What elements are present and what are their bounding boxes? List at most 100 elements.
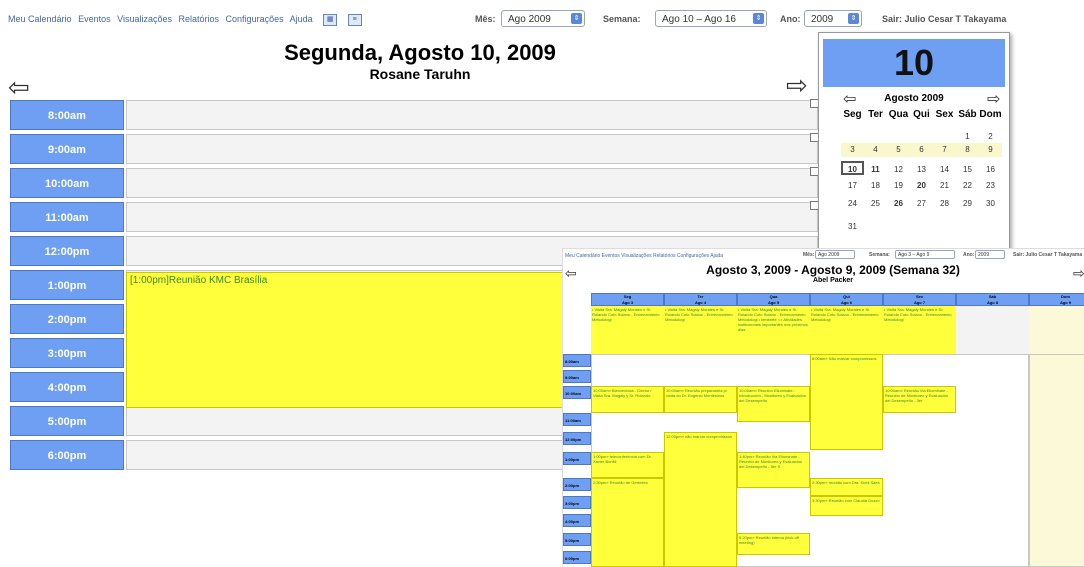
all-day-cell[interactable] xyxy=(956,306,1029,354)
time-label: 2:00pm xyxy=(10,304,124,334)
week-event[interactable]: 12:00pm» não marcar compromissos xyxy=(664,432,737,567)
week-event[interactable]: 10:00am» Reunião preparatória p/ visita … xyxy=(664,386,737,413)
day-name: Seg xyxy=(623,294,632,299)
calendar-day[interactable]: 22 xyxy=(956,179,979,193)
calendar-day[interactable]: 30 xyxy=(979,197,1002,211)
time-label: 5:00pm xyxy=(10,406,124,436)
calendar-day[interactable] xyxy=(910,125,933,139)
all-day-event[interactable]: • Visita Sra. Magaly Morales e Sr. Rolan… xyxy=(591,306,664,354)
calendar-day[interactable]: 27 xyxy=(910,197,933,211)
next-day-arrow-icon[interactable]: ⇨ xyxy=(786,72,808,98)
chevron-down-icon: ⇕ xyxy=(848,13,859,24)
all-day-event[interactable]: • Visita Sra. Magaly Morales e Sr. Rolan… xyxy=(664,306,737,354)
calendar-day[interactable]: 11 xyxy=(864,163,887,177)
calendar-day[interactable]: 31 xyxy=(841,220,864,234)
calendar-day[interactable] xyxy=(933,125,956,139)
time-slot[interactable] xyxy=(126,167,819,198)
calendar-day[interactable] xyxy=(887,125,910,139)
calendar-day[interactable]: 26 xyxy=(887,197,910,211)
day-column-header[interactable]: Ter Ago 4 xyxy=(664,293,737,306)
calendar-day[interactable]: 9 xyxy=(979,143,1002,157)
calendar-day[interactable]: 29 xyxy=(956,197,979,211)
week-event[interactable]: 5:20pm» Reunião interna (kick-off meetin… xyxy=(737,533,810,555)
time-slot[interactable] xyxy=(126,201,819,232)
calendar-day[interactable]: 18 xyxy=(864,179,887,193)
calendar-day[interactable]: 13 xyxy=(910,163,933,177)
day-column-header[interactable]: Sáb Ago 8 xyxy=(956,293,1029,306)
calendar-day[interactable]: 23 xyxy=(979,179,1002,193)
year-select[interactable]: 2009 ⇕ xyxy=(804,10,862,27)
previous-day-arrow-icon[interactable]: ⇦ xyxy=(8,74,30,100)
week-event[interactable]: 10:00am» Bienvenidas - Diretor / Visita … xyxy=(591,386,664,413)
calendar-day[interactable]: 7 xyxy=(933,143,956,157)
day-column-header[interactable]: Qui Ago 6 xyxy=(810,293,883,306)
calendar-day[interactable]: 15 xyxy=(956,163,979,177)
day-column-header[interactable]: Sex Ago 7 xyxy=(883,293,956,306)
calendar-day[interactable]: 25 xyxy=(864,197,887,211)
calendar-day[interactable]: 12 xyxy=(887,163,910,177)
calendar-day[interactable]: 17 xyxy=(841,179,864,193)
calendar-day[interactable]: 2 xyxy=(979,130,1002,144)
calendar-day[interactable]: 8 xyxy=(956,143,979,157)
calendar-day[interactable] xyxy=(887,215,910,229)
previous-week-arrow-icon[interactable]: ⇦ xyxy=(565,265,577,282)
calendar-day[interactable] xyxy=(956,215,979,229)
menu-views[interactable]: Visualizações xyxy=(117,14,172,24)
calendar-day-selected[interactable]: 10 xyxy=(841,161,864,175)
week-event[interactable]: 3:30pm» Reunião com Claudia Guzzo xyxy=(810,496,883,516)
week-time-label: 9:00am xyxy=(563,370,591,383)
calendar-day[interactable]: 21 xyxy=(933,179,956,193)
week-view-week-select[interactable]: Ago 3 – Ago 9 xyxy=(895,250,955,259)
all-day-event[interactable]: • Visita Sra. Magaly Morales e Sr. Rolan… xyxy=(810,306,883,354)
day-column-header[interactable]: Qua Ago 5 xyxy=(737,293,810,306)
week-event[interactable]: 10:00am» Reunión Eliuminate - Introducci… xyxy=(737,386,810,422)
all-day-event[interactable]: • Visita Sra. Magaly Morales e Sr. Rolan… xyxy=(737,306,810,354)
all-day-cell[interactable] xyxy=(1029,306,1084,354)
calendar-day[interactable]: 28 xyxy=(933,197,956,211)
week-view-month-select[interactable]: Ago 2009 xyxy=(815,250,855,259)
week-event[interactable]: 1:40pm» Reunião Via Eliuminate - Reunión… xyxy=(737,452,810,488)
calendar-day[interactable]: 5 xyxy=(887,143,910,157)
calendar-day[interactable]: 6 xyxy=(910,143,933,157)
calendar-day[interactable] xyxy=(910,215,933,229)
print-icon[interactable]: ≡ xyxy=(347,14,362,26)
calendar-day[interactable]: 20 xyxy=(910,179,933,193)
week-event[interactable]: 8:00am» Não marcar compromissos xyxy=(810,354,883,450)
next-week-arrow-icon[interactable]: ⇨ xyxy=(1073,265,1084,282)
calendar-day[interactable]: 1 xyxy=(956,130,979,144)
day-column-header[interactable]: Dom Ago 9 xyxy=(1029,293,1084,306)
calendar-day[interactable]: 14 xyxy=(933,163,956,177)
next-month-arrow-icon[interactable]: ⇨ xyxy=(987,89,1000,109)
calendar-day[interactable]: 16 xyxy=(979,163,1002,177)
time-slot[interactable] xyxy=(126,133,819,164)
calendar-day[interactable] xyxy=(933,215,956,229)
week-select[interactable]: Ago 10 – Ago 16 ⇕ xyxy=(655,10,767,27)
month-select[interactable]: Ago 2009 ⇕ xyxy=(501,10,585,27)
week-event[interactable]: 10:00am» Reunião Via Eliuminate - Reunió… xyxy=(883,386,956,413)
week-view-week-label: Semana: xyxy=(869,252,890,258)
week-event[interactable]: 2:30pm» reunião com Dra. Sueli Saes xyxy=(810,478,883,496)
calendar-day[interactable]: 24 xyxy=(841,197,864,211)
calendar-day[interactable]: 19 xyxy=(887,179,910,193)
event-kmc-meeting[interactable]: [1:00pm]Reunião KMC Brasília xyxy=(126,272,586,408)
calendar-day[interactable] xyxy=(864,215,887,229)
week-event[interactable]: 2:30pm» Reunião de Gerentes xyxy=(591,478,664,567)
menu-reports[interactable]: Relatórios xyxy=(179,14,220,24)
calendar-day[interactable]: 4 xyxy=(864,143,887,157)
menu-events[interactable]: Eventos xyxy=(78,14,111,24)
calendar-day[interactable]: 3 xyxy=(841,143,864,157)
calendar-day[interactable] xyxy=(979,215,1002,229)
calendar-day[interactable] xyxy=(864,125,887,139)
day-column-header[interactable]: Seg Ago 3 xyxy=(591,293,664,306)
all-day-event[interactable]: • Visita Sra. Magaly Morales e Sr. Rolan… xyxy=(883,306,956,354)
calendar-day[interactable] xyxy=(841,125,864,139)
menu-settings[interactable]: Configurações xyxy=(226,14,284,24)
menu-my-calendar[interactable]: Meu Calendário xyxy=(8,14,72,24)
logout-link[interactable]: Sair: Julio Cesar T Takayama xyxy=(882,14,1006,24)
week-view-logout[interactable]: Sair: Julio Cesar T Takayama xyxy=(1013,252,1082,258)
calendar-icon[interactable]: ▦ xyxy=(323,14,338,26)
week-event[interactable]: 1:00pm» teleconferência com Dr. Xavier B… xyxy=(591,452,664,478)
time-slot[interactable] xyxy=(126,99,819,130)
menu-help[interactable]: Ajuda xyxy=(290,14,313,24)
week-view-year-select[interactable]: 2009 xyxy=(975,250,1005,259)
